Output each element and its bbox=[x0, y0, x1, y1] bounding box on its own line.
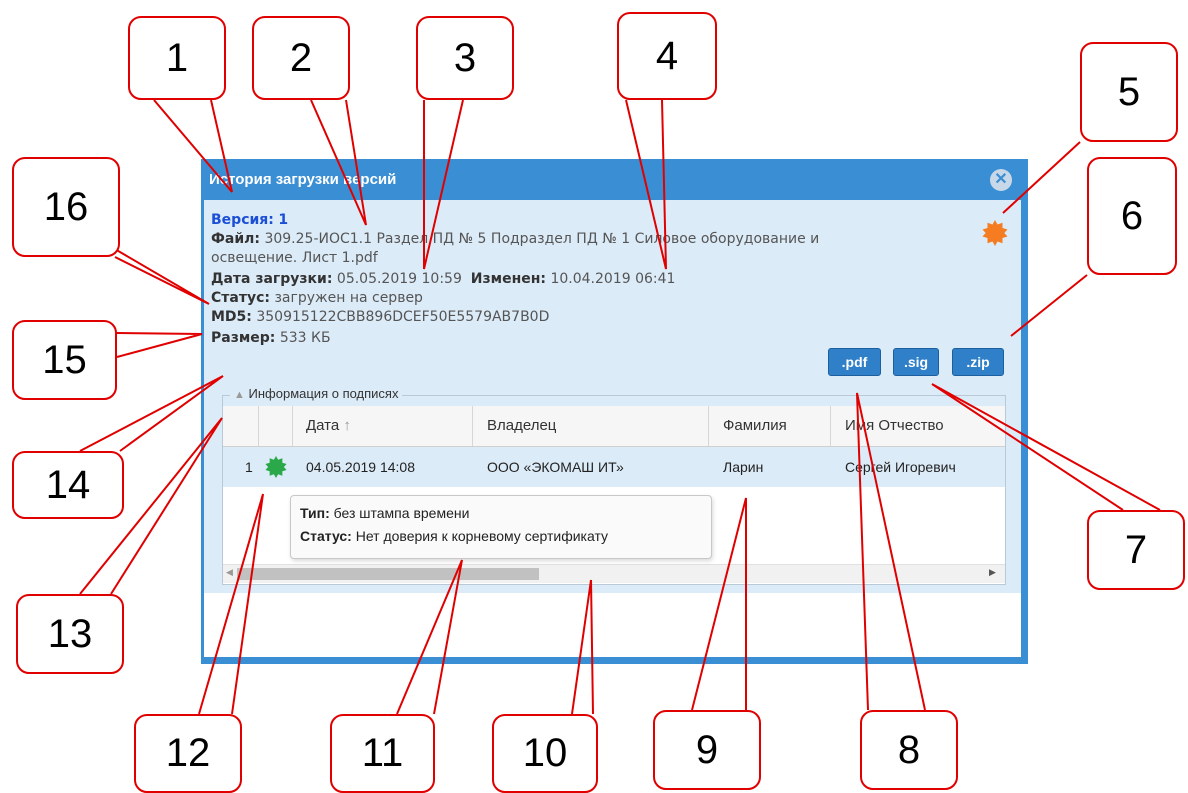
callout-16: 16 bbox=[12, 157, 120, 257]
callout-7: 7 bbox=[1087, 510, 1185, 590]
callout-8: 8 bbox=[860, 710, 958, 790]
callout-15: 15 bbox=[12, 320, 117, 400]
callout-12: 12 bbox=[134, 714, 242, 793]
callout-14: 14 bbox=[12, 451, 124, 519]
callout-9: 9 bbox=[653, 710, 761, 790]
callout-13: 13 bbox=[16, 594, 124, 674]
callout-10: 10 bbox=[492, 714, 598, 793]
callout-4: 4 bbox=[617, 12, 717, 100]
callout-2: 2 bbox=[252, 16, 350, 100]
callout-3: 3 bbox=[416, 16, 514, 100]
callout-11: 11 bbox=[330, 714, 435, 793]
callouts-layer: 1 2 3 4 5 6 7 8 9 10 11 12 13 14 15 16 bbox=[0, 0, 1188, 793]
callout-5: 5 bbox=[1080, 42, 1178, 142]
callout-6: 6 bbox=[1087, 157, 1177, 275]
callout-1: 1 bbox=[128, 16, 226, 100]
